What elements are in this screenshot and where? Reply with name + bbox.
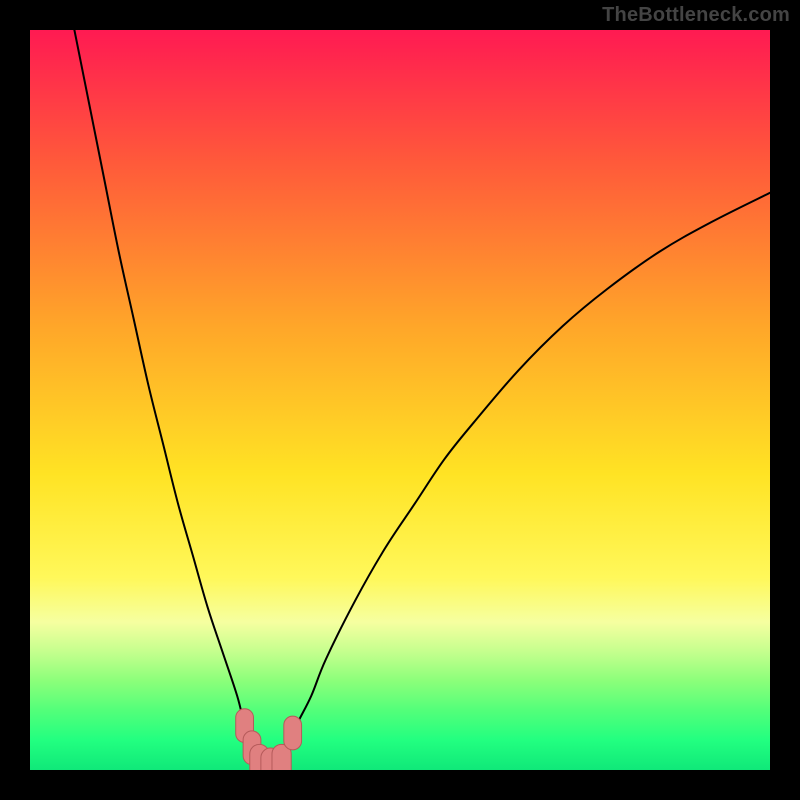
chart-frame: TheBottleneck.com (0, 0, 800, 800)
gradient-background (30, 30, 770, 770)
valley-marker-right (284, 716, 302, 750)
plot-area (30, 30, 770, 770)
chart-svg (30, 30, 770, 770)
brand-watermark: TheBottleneck.com (602, 4, 790, 27)
